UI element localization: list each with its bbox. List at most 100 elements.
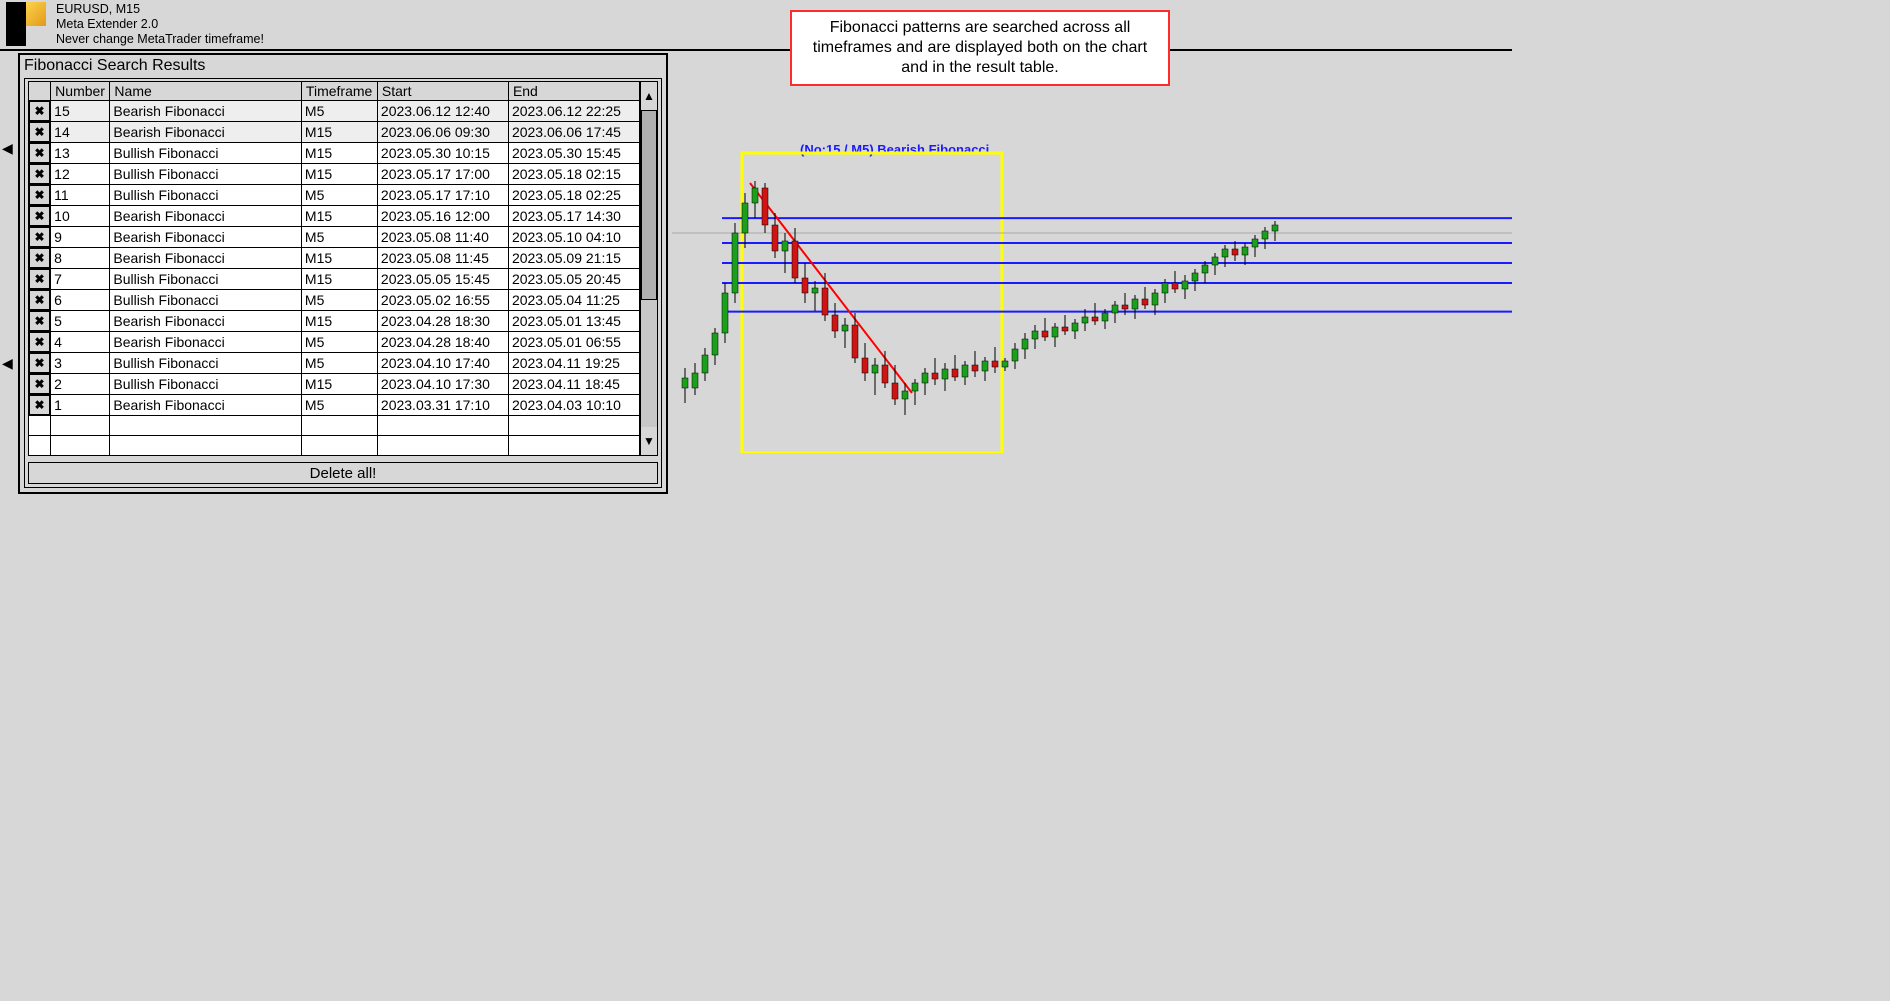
candle-body (872, 365, 878, 373)
row-close-button[interactable]: ✖ (29, 248, 50, 268)
cell-start: 2023.05.02 16:55 (377, 290, 508, 311)
cell-end: 2023.06.12 22:25 (508, 101, 639, 122)
table-row[interactable]: ✖7Bullish FibonacciM152023.05.05 15:4520… (29, 269, 640, 290)
cell-number: 15 (51, 101, 110, 122)
candle-body (932, 373, 938, 379)
candle-body (1112, 305, 1118, 313)
cell-end: 2023.05.30 15:45 (508, 143, 639, 164)
col-start[interactable]: Start (377, 82, 508, 101)
cell-start: 2023.05.16 12:00 (377, 206, 508, 227)
cell-name: Bullish Fibonacci (110, 143, 302, 164)
scroll-down-icon[interactable]: ▼ (641, 427, 657, 455)
col-number[interactable]: Number (51, 82, 110, 101)
scroll-thumb[interactable] (641, 110, 657, 300)
cell-end: 2023.05.18 02:15 (508, 164, 639, 185)
candle-body (1252, 239, 1258, 247)
row-close-button[interactable]: ✖ (29, 122, 50, 142)
candle-body (1272, 225, 1278, 231)
cell-timeframe: M15 (301, 374, 377, 395)
candle-body (712, 333, 718, 355)
table-row[interactable]: ✖13Bullish FibonacciM152023.05.30 10:152… (29, 143, 640, 164)
table-row[interactable]: ✖8Bearish FibonacciM152023.05.08 11:4520… (29, 248, 640, 269)
row-close-button[interactable]: ✖ (29, 101, 50, 121)
candle-body (1002, 361, 1008, 367)
table-row[interactable]: ✖3Bullish FibonacciM52023.04.10 17:40202… (29, 353, 640, 374)
table-row[interactable]: ✖5Bearish FibonacciM152023.04.28 18:3020… (29, 311, 640, 332)
candle-body (1062, 327, 1068, 331)
row-close-button[interactable]: ✖ (29, 206, 50, 226)
row-close-button[interactable]: ✖ (29, 143, 50, 163)
collapse-arrow-icon[interactable]: ◀ (2, 355, 13, 372)
cell-number: 8 (51, 248, 110, 269)
row-close-button[interactable]: ✖ (29, 269, 50, 289)
table-row-empty (29, 416, 640, 436)
cell-timeframe: M15 (301, 269, 377, 290)
table-row[interactable]: ✖15Bearish FibonacciM52023.06.12 12:4020… (29, 101, 640, 122)
table-row[interactable]: ✖1Bearish FibonacciM52023.03.31 17:10202… (29, 395, 640, 416)
candle-body (1022, 339, 1028, 349)
table-row[interactable]: ✖14Bearish FibonacciM152023.06.06 09:302… (29, 122, 640, 143)
cell-end: 2023.05.05 20:45 (508, 269, 639, 290)
row-close-button[interactable]: ✖ (29, 290, 50, 310)
table-row[interactable]: ✖12Bullish FibonacciM152023.05.17 17:002… (29, 164, 640, 185)
cell-start: 2023.05.30 10:15 (377, 143, 508, 164)
table-row[interactable]: ✖9Bearish FibonacciM52023.05.08 11:40202… (29, 227, 640, 248)
scroll-track[interactable] (641, 110, 657, 427)
candle-body (1142, 299, 1148, 305)
header-bar: EURUSD, M15 Meta Extender 2.0 Never chan… (0, 0, 1512, 51)
cell-name: Bullish Fibonacci (110, 269, 302, 290)
cell-number: 1 (51, 395, 110, 416)
candle-body (772, 225, 778, 251)
row-close-button[interactable]: ✖ (29, 227, 50, 247)
candle-body (1012, 349, 1018, 361)
cell-end: 2023.05.10 04:10 (508, 227, 639, 248)
candle-body (962, 365, 968, 377)
col-timeframe[interactable]: Timeframe (301, 82, 377, 101)
highlight-box (742, 153, 1002, 453)
cell-timeframe: M5 (301, 227, 377, 248)
cell-start: 2023.04.28 18:40 (377, 332, 508, 353)
table-row[interactable]: ✖11Bullish FibonacciM52023.05.17 17:1020… (29, 185, 640, 206)
row-close-button[interactable]: ✖ (29, 332, 50, 352)
candle-body (802, 278, 808, 293)
scroll-up-icon[interactable]: ▲ (641, 82, 657, 110)
row-close-button[interactable]: ✖ (29, 353, 50, 373)
price-chart[interactable] (672, 53, 1512, 800)
cell-timeframe: M5 (301, 395, 377, 416)
candle-body (1152, 293, 1158, 305)
cell-start: 2023.04.28 18:30 (377, 311, 508, 332)
row-close-button[interactable]: ✖ (29, 164, 50, 184)
cell-number: 13 (51, 143, 110, 164)
candle-body (1122, 305, 1128, 309)
table-row[interactable]: ✖4Bearish FibonacciM52023.04.28 18:40202… (29, 332, 640, 353)
candle-body (1212, 257, 1218, 265)
cell-name: Bearish Fibonacci (110, 248, 302, 269)
cell-start: 2023.06.06 09:30 (377, 122, 508, 143)
cell-number: 7 (51, 269, 110, 290)
candle-body (892, 383, 898, 399)
col-end[interactable]: End (508, 82, 639, 101)
table-row[interactable]: ✖2Bullish FibonacciM152023.04.10 17:3020… (29, 374, 640, 395)
col-name[interactable]: Name (110, 82, 302, 101)
table-row[interactable]: ✖6Bullish FibonacciM52023.05.02 16:55202… (29, 290, 640, 311)
cell-number: 5 (51, 311, 110, 332)
candle-body (752, 188, 758, 203)
cell-number: 14 (51, 122, 110, 143)
cell-start: 2023.04.10 17:40 (377, 353, 508, 374)
row-close-button[interactable]: ✖ (29, 374, 50, 394)
app-logo-icon (6, 2, 46, 46)
candle-body (982, 361, 988, 371)
row-close-button[interactable]: ✖ (29, 395, 50, 415)
cell-name: Bearish Fibonacci (110, 395, 302, 416)
table-row[interactable]: ✖10Bearish FibonacciM152023.05.16 12:002… (29, 206, 640, 227)
row-close-button[interactable]: ✖ (29, 311, 50, 331)
results-scrollbar[interactable]: ▲ ▼ (640, 81, 658, 456)
collapse-arrow-icon[interactable]: ◀ (2, 140, 13, 157)
cell-timeframe: M15 (301, 164, 377, 185)
delete-all-button[interactable]: Delete all! (28, 462, 658, 484)
row-close-button[interactable]: ✖ (29, 185, 50, 205)
candle-body (1182, 281, 1188, 289)
candle-body (1232, 249, 1238, 255)
cell-name: Bearish Fibonacci (110, 332, 302, 353)
cell-number: 2 (51, 374, 110, 395)
